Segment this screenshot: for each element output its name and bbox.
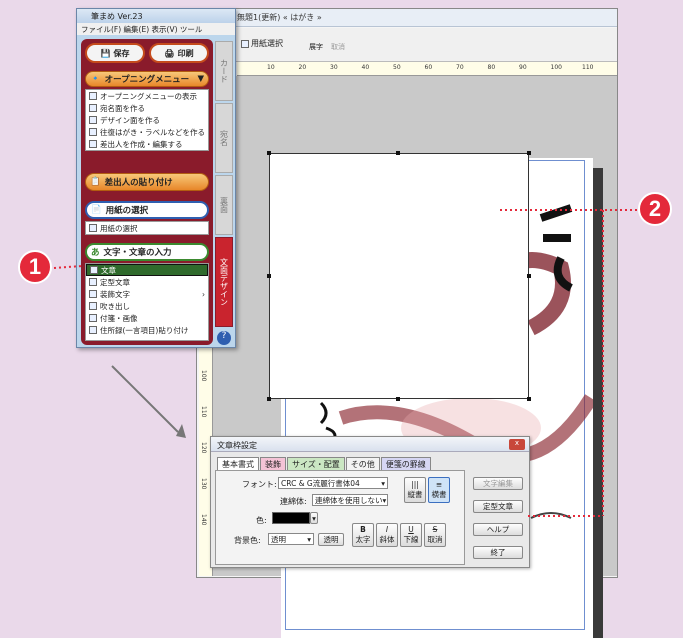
callout-badge-1: 1 <box>18 250 52 284</box>
callout-badge-2: 2 <box>638 192 672 226</box>
callout-lines <box>53 209 640 517</box>
